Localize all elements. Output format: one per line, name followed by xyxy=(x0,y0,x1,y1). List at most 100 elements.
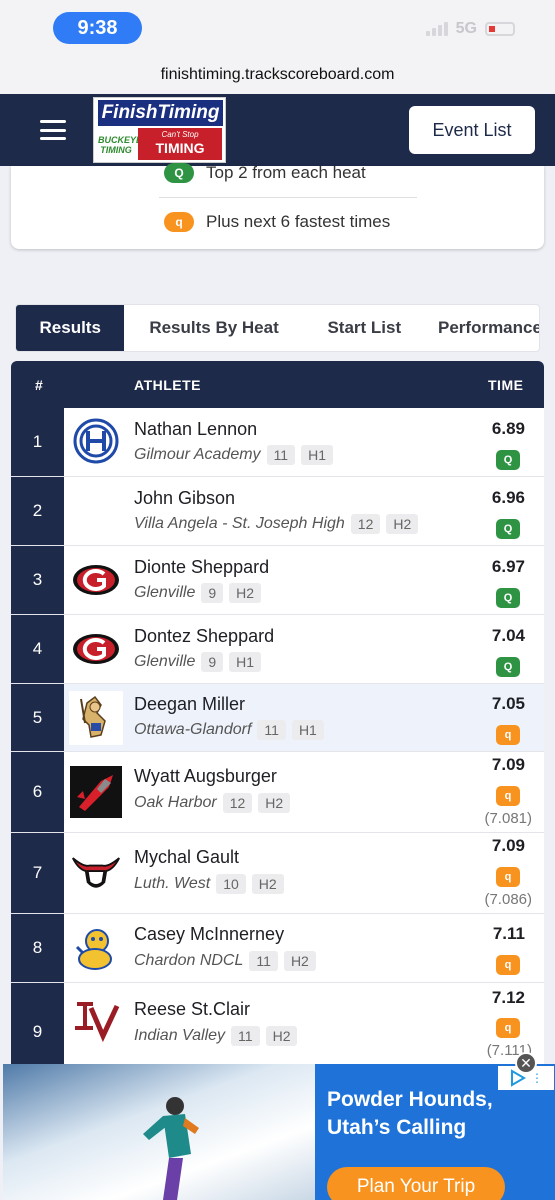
place-cell: 2 xyxy=(11,477,64,545)
table-row[interactable]: 6 Wyatt Augsburger Oak Harbor 12 H2 7.09… xyxy=(11,752,544,833)
athlete-school-line: Glenville 9 H1 xyxy=(134,652,262,672)
network-label: 5G xyxy=(455,20,477,37)
athlete-school-line: Oak Harbor 12 H2 xyxy=(134,793,291,813)
legend-row-heat: Q Top 2 from each heat xyxy=(164,163,366,183)
grade-tag: 10 xyxy=(216,874,246,894)
advertisement-banner[interactable]: Powder Hounds, Utah’s Calling Plan Your … xyxy=(3,1064,555,1200)
ad-skier-photo xyxy=(3,1064,315,1200)
q-badge: q xyxy=(164,212,194,232)
legend-text: Plus next 6 fastest times xyxy=(206,212,391,231)
school-name: Ottawa-Glandorf xyxy=(134,721,252,738)
school-name: Oak Harbor xyxy=(134,794,217,811)
legend-text: Top 2 from each heat xyxy=(206,163,366,182)
heat-tag: H1 xyxy=(291,720,324,740)
Q-badge: Q xyxy=(496,519,520,539)
tab-start-list[interactable]: Start List xyxy=(304,305,425,351)
table-header: # ATHLETE TIME xyxy=(11,361,544,408)
athlete-name[interactable]: Deegan Miller xyxy=(134,694,245,715)
grade-tag: 11 xyxy=(249,951,278,971)
athlete-school-line: Glenville 9 H2 xyxy=(134,583,262,603)
heat-tag: H2 xyxy=(258,793,291,813)
athlete-name[interactable]: Wyatt Augsburger xyxy=(134,766,277,787)
q-badge: q xyxy=(496,867,520,887)
oak-harbor-rockets-logo xyxy=(70,766,122,818)
grade-tag: 11 xyxy=(257,720,286,740)
table-row[interactable]: 2 John Gibson Villa Angela - St. Joseph … xyxy=(11,477,544,546)
heat-tag: H2 xyxy=(251,874,284,894)
indian-valley-logo xyxy=(71,995,121,1045)
Q-badge: Q xyxy=(164,163,194,183)
place-cell: 8 xyxy=(11,914,64,982)
athlete-name[interactable]: John Gibson xyxy=(134,488,235,509)
school-name: Indian Valley xyxy=(134,1027,226,1044)
school-name: Chardon NDCL xyxy=(134,952,244,969)
table-row[interactable]: 4 Dontez Sheppard Glenville 9 H1 7.04 Q xyxy=(11,615,544,684)
heat-tag: H2 xyxy=(386,514,419,534)
school-name: Gilmour Academy xyxy=(134,446,261,463)
athlete-name[interactable]: Dionte Sheppard xyxy=(134,557,269,578)
mark-value: 7.12 xyxy=(491,988,525,1007)
results-tabs: Results Results By Heat Start List Perfo… xyxy=(15,304,540,352)
place-cell: 3 xyxy=(11,546,64,614)
mark-value: 7.09 xyxy=(491,836,525,855)
lutheran-west-longhorns-logo xyxy=(71,847,121,897)
status-bar: 9:38 5G xyxy=(0,0,555,56)
Q-badge: Q xyxy=(496,657,520,677)
table-row[interactable]: 3 Dionte Sheppard Glenville 9 H2 6.97 Q xyxy=(11,546,544,615)
mark-value: 7.09 xyxy=(491,755,525,774)
header-time: TIME xyxy=(488,377,524,393)
mark-value: 6.96 xyxy=(491,488,525,507)
skier-image xyxy=(143,1097,199,1200)
results-table: # ATHLETE TIME 1 Nathan Lennon Gilmour A… xyxy=(11,361,544,1081)
tab-performance[interactable]: Performance xyxy=(425,305,539,351)
grade-tag: 9 xyxy=(201,583,224,603)
Q-badge: Q xyxy=(496,450,520,470)
athlete-name[interactable]: Nathan Lennon xyxy=(134,419,257,440)
q-badge: q xyxy=(496,725,520,745)
glenville-logo xyxy=(71,624,121,674)
heat-tag: H1 xyxy=(229,652,262,672)
q-badge: q xyxy=(496,786,520,806)
header-athlete: ATHLETE xyxy=(134,377,202,393)
url-text: finishtiming.trackscoreboard.com xyxy=(160,66,395,83)
athlete-school-line: Villa Angela - St. Joseph High 12 H2 xyxy=(134,514,419,534)
heat-tag: H2 xyxy=(229,583,262,603)
event-list-button[interactable]: Event List xyxy=(409,106,535,154)
plan-trip-button[interactable]: Plan Your Trip xyxy=(327,1167,505,1200)
table-row[interactable]: 7 Mychal Gault Luth. West 10 H2 7.09 q (… xyxy=(11,833,544,914)
logo-subtext: Can't Stop xyxy=(161,130,199,139)
table-row[interactable]: 8 Casey McInnerney Chardon NDCL 11 H2 7.… xyxy=(11,914,544,983)
menu-icon[interactable] xyxy=(40,120,66,140)
place-cell: 6 xyxy=(11,752,64,832)
athlete-name[interactable]: Mychal Gault xyxy=(134,847,239,868)
school-name: Glenville xyxy=(134,584,196,601)
athlete-name[interactable]: Dontez Sheppard xyxy=(134,626,274,647)
q-badge: q xyxy=(496,955,520,975)
place-cell: 7 xyxy=(11,833,64,913)
grade-tag: 9 xyxy=(201,652,224,672)
status-time: 9:38 xyxy=(53,12,142,44)
place-cell: 1 xyxy=(11,408,64,476)
legend-divider xyxy=(159,197,417,198)
grade-tag: 12 xyxy=(222,793,253,813)
table-row[interactable]: 5 Deegan Miller Ottawa-Glandorf 11 H1 7.… xyxy=(11,684,544,752)
legend-row-times: q Plus next 6 fastest times xyxy=(164,212,390,232)
url-bar[interactable]: finishtiming.trackscoreboard.com xyxy=(0,56,555,94)
grade-tag: 11 xyxy=(231,1026,260,1046)
close-ad-icon[interactable]: ✕ xyxy=(515,1052,537,1074)
finishtiming-logo[interactable]: FinishTiming BUCKEYE TIMING Can't Stop T… xyxy=(93,97,226,163)
tab-results-by-heat[interactable]: Results By Heat xyxy=(124,305,303,351)
athlete-name[interactable]: Reese St.Clair xyxy=(134,999,250,1020)
grade-tag: 12 xyxy=(350,514,381,534)
mark-value: 6.89 xyxy=(491,419,525,438)
heat-tag: H2 xyxy=(283,951,316,971)
mark-value: 7.04 xyxy=(491,626,525,645)
athlete-name[interactable]: Casey McInnerney xyxy=(134,924,284,945)
status-icons: 5G xyxy=(425,20,515,38)
logo-timing-text: TIMING xyxy=(155,140,205,156)
table-row[interactable]: 1 Nathan Lennon Gilmour Academy 11 H1 6.… xyxy=(11,408,544,477)
tab-results[interactable]: Results xyxy=(16,305,125,351)
mark-value: 6.97 xyxy=(491,557,525,576)
glenville-logo xyxy=(71,555,121,605)
mark-value: 7.11 xyxy=(492,924,525,943)
